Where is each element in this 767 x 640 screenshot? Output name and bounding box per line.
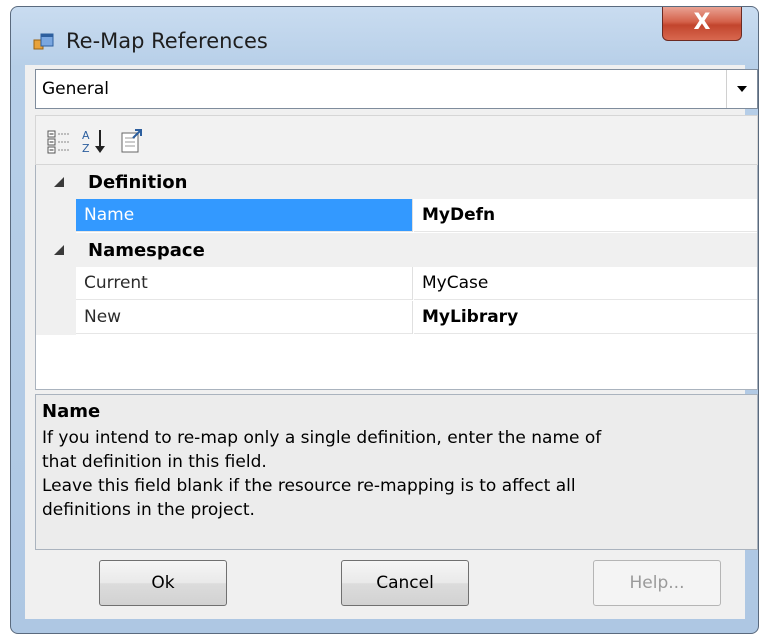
row-gutter: [36, 199, 76, 233]
property-grid: Definition Name MyDefn Namespace Current…: [35, 165, 758, 390]
button-bar: Ok Cancel Help...: [25, 560, 745, 622]
cancel-button[interactable]: Cancel: [341, 560, 469, 606]
row-gutter: [36, 267, 76, 301]
alphabetical-sort-icon[interactable]: A Z: [80, 126, 110, 156]
property-toolbar: A Z: [35, 115, 758, 165]
help-title: Name: [42, 401, 101, 422]
dropdown-arrow-icon[interactable]: [726, 70, 757, 108]
dialog-client: General A Z Definition Name MyDefn Names…: [25, 65, 758, 622]
help-line: definitions in the project.: [42, 500, 255, 520]
close-icon: X: [693, 10, 711, 35]
categorized-icon[interactable]: [44, 126, 74, 156]
property-row-new[interactable]: New MyLibrary: [36, 301, 757, 335]
help-panel: Name If you intend to re-map only a sing…: [35, 394, 758, 550]
category-select-value: General: [42, 79, 109, 99]
row-gutter: [36, 301, 76, 335]
property-pages-icon[interactable]: [116, 126, 146, 156]
property-row-current[interactable]: Current MyCase: [36, 267, 757, 301]
help-line: If you intend to re-map only a single de…: [42, 428, 602, 448]
dialog-window: Re-Map References X General A Z Definiti…: [10, 6, 759, 634]
app-icon: [33, 31, 55, 53]
ok-button[interactable]: Ok: [99, 560, 227, 606]
help-line: that definition in this field.: [42, 452, 267, 472]
svg-text:A: A: [82, 129, 90, 142]
title-bar[interactable]: Re-Map References X: [11, 7, 758, 65]
property-name[interactable]: Current: [76, 267, 412, 300]
property-row-name[interactable]: Name MyDefn: [36, 199, 757, 233]
collapse-triangle-icon[interactable]: [54, 177, 64, 187]
property-value[interactable]: MyLibrary: [414, 301, 757, 334]
category-label: Definition: [88, 172, 188, 193]
help-button[interactable]: Help...: [593, 560, 721, 606]
category-select[interactable]: General: [35, 69, 758, 109]
property-name[interactable]: Name: [76, 199, 412, 232]
property-value[interactable]: MyCase: [414, 267, 757, 300]
property-value[interactable]: MyDefn: [414, 199, 757, 232]
window-title: Re-Map References: [66, 29, 268, 53]
column-divider: [412, 301, 413, 334]
category-row-namespace[interactable]: Namespace: [36, 233, 757, 267]
column-divider: [412, 199, 413, 232]
category-row-definition[interactable]: Definition: [36, 165, 757, 199]
category-label: Namespace: [88, 240, 205, 261]
collapse-triangle-icon[interactable]: [54, 245, 64, 255]
svg-text:Z: Z: [82, 142, 90, 155]
help-line: Leave this field blank if the resource r…: [42, 476, 576, 496]
column-divider: [412, 267, 413, 300]
property-name[interactable]: New: [76, 301, 412, 334]
close-button[interactable]: X: [662, 7, 742, 41]
